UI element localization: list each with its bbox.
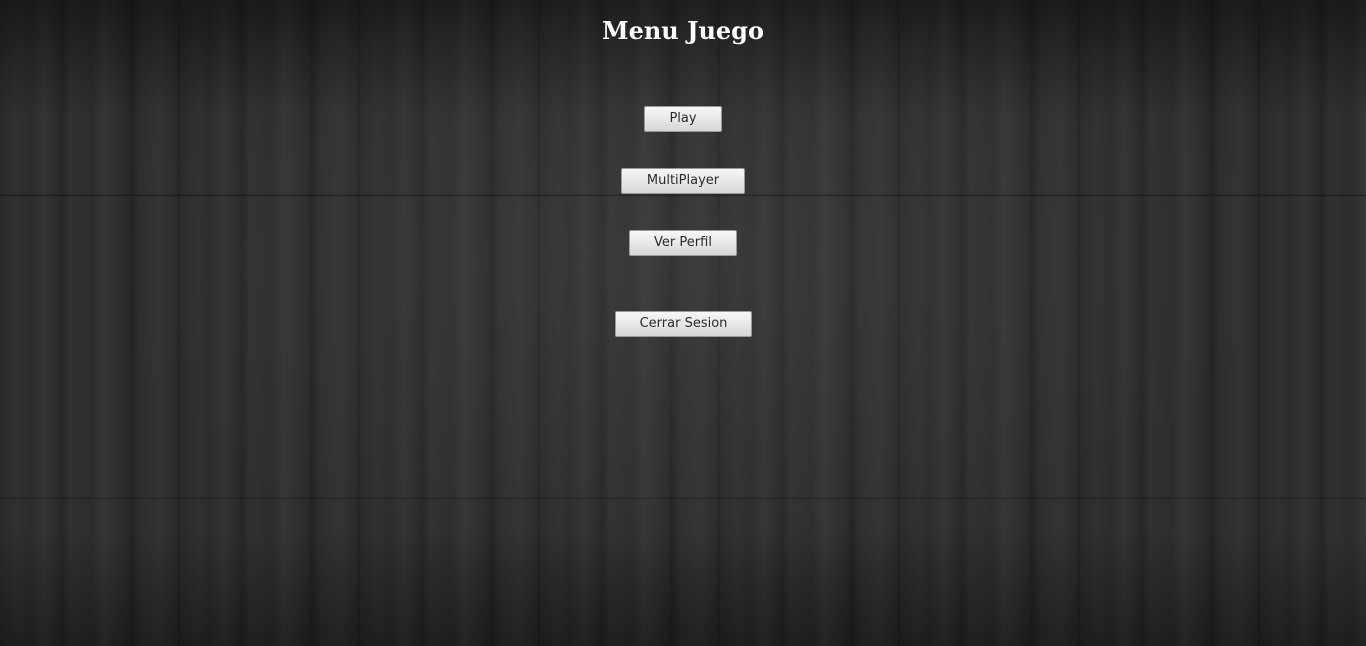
play-button[interactable]: Play <box>644 106 722 132</box>
multiplayer-button[interactable]: MultiPlayer <box>621 168 745 194</box>
view-profile-button[interactable]: Ver Perfil <box>629 230 737 256</box>
page-title: Menu Juego <box>602 16 764 45</box>
logout-button[interactable]: Cerrar Sesion <box>615 311 752 337</box>
